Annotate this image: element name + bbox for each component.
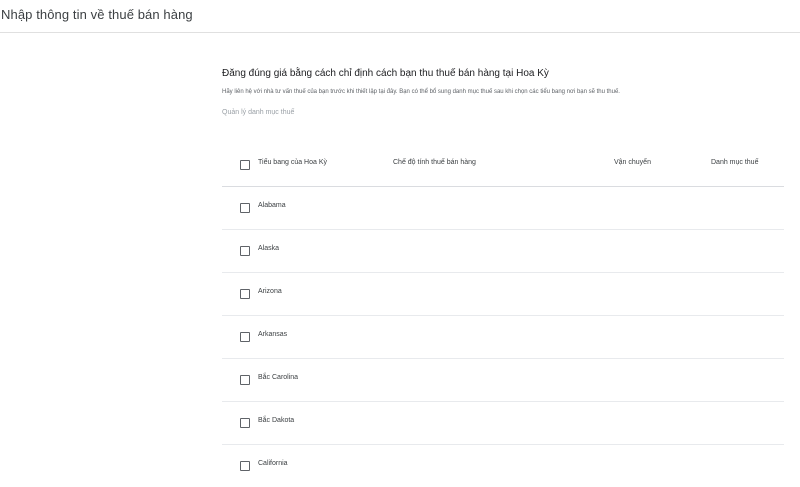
state-name: Bắc Carolina [258,374,299,381]
table-row: Bắc Carolina [222,359,784,402]
row-checkbox[interactable] [240,203,250,213]
row-checkbox[interactable] [240,375,250,385]
state-name: Arizona [258,288,282,295]
section-description: Hãy liên hệ với nhà tư vấn thuế của bạn … [222,89,620,95]
table-row: Bắc Dakota [222,402,784,445]
manage-tax-categories-link[interactable]: Quản lý danh mục thuế [222,109,294,116]
state-name: Arkansas [258,331,288,338]
page-header: Nhập thông tin về thuế bán hàng [0,0,800,33]
table-row: Arkansas [222,316,784,359]
state-name: California [258,460,288,467]
state-name: Bắc Dakota [258,417,295,424]
table-header: Tiểu bang của Hoa Kỳ Chế độ tính thuế bá… [222,144,784,187]
row-checkbox[interactable] [240,418,250,428]
row-checkbox[interactable] [240,461,250,471]
column-header-tax-mode: Chế độ tính thuế bán hàng [393,159,476,166]
page-title: Nhập thông tin về thuế bán hàng [1,7,193,22]
state-name: Alaska [258,245,280,252]
state-name: Alabama [258,202,286,209]
row-checkbox[interactable] [240,332,250,342]
table-row: Alaska [222,230,784,273]
table-row: Arizona [222,273,784,316]
column-header-state[interactable]: Tiểu bang của Hoa Kỳ [258,159,327,166]
row-checkbox[interactable] [240,246,250,256]
row-checkbox[interactable] [240,289,250,299]
table-row: California [222,445,784,487]
select-all-checkbox[interactable] [240,160,250,170]
tax-states-table: Tiểu bang của Hoa Kỳ Chế độ tính thuế bá… [222,144,784,487]
column-header-tax-category: Danh mục thuế [711,159,759,166]
column-header-shipping: Vận chuyển [614,159,651,166]
table-row: Alabama [222,187,784,230]
section-title: Đăng đúng giá bằng cách chỉ định cách bạ… [222,68,549,79]
